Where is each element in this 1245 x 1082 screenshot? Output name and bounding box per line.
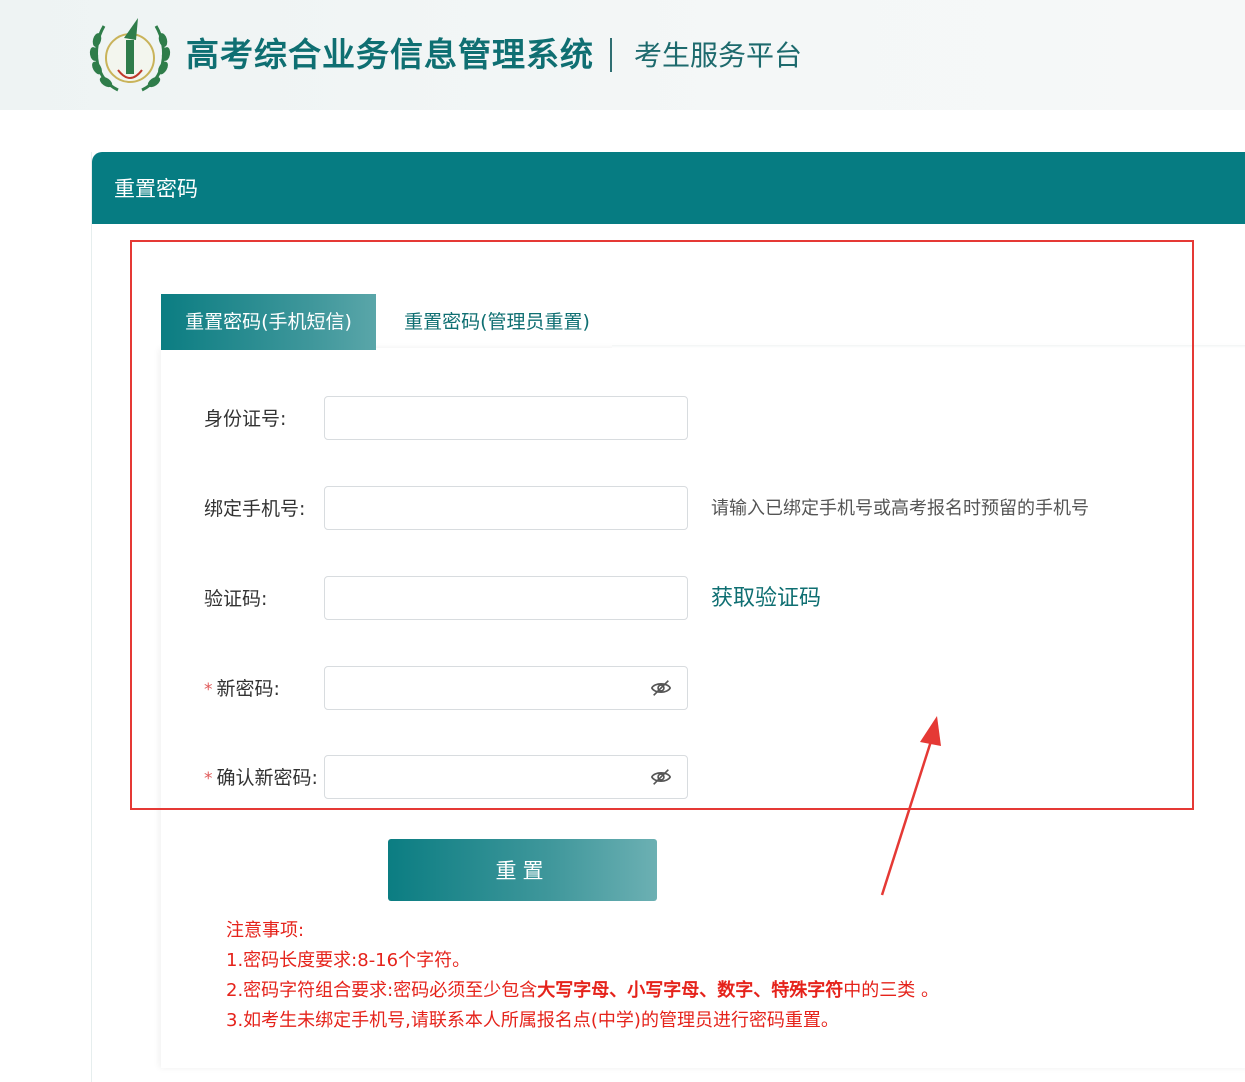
annotation-highlight-box — [130, 240, 1194, 810]
notes-section: 注意事项: 1.密码长度要求:8-16个字符。 2.密码字符组合要求:密码必须至… — [226, 916, 939, 1036]
panel-header: 重置密码 — [92, 152, 1245, 224]
header: 高考综合业务信息管理系统 考生服务平台 — [0, 0, 1245, 110]
panel-title: 重置密码 — [114, 177, 198, 201]
note-item-2-suffix: 中的三类 。 — [843, 980, 939, 1001]
note-item-1: 1.密码长度要求:8-16个字符。 — [226, 950, 471, 971]
platform-title: 考生服务平台 — [634, 39, 803, 72]
logo-emblem-icon — [89, 18, 171, 92]
note-item-2: 2.密码字符组合要求:密码必须至少包含大写字母、小写字母、数字、特殊字符中的三类… — [226, 976, 939, 1006]
annotation-arrow-icon — [880, 716, 941, 896]
note-item-2-emphasis: 大写字母、小写字母、数字、特殊字符 — [537, 980, 844, 1001]
notes-title: 注意事项: — [226, 920, 305, 941]
title-divider — [610, 38, 612, 72]
reset-button[interactable]: 重置 — [388, 839, 657, 901]
system-title: 高考综合业务信息管理系统 — [186, 35, 594, 74]
note-item-3: 3.如考生未绑定手机号,请联系本人所属报名点(中学)的管理员进行密码重置。 — [226, 1010, 839, 1031]
note-item-2-prefix: 2.密码字符组合要求:密码必须至少包含 — [226, 980, 538, 1001]
